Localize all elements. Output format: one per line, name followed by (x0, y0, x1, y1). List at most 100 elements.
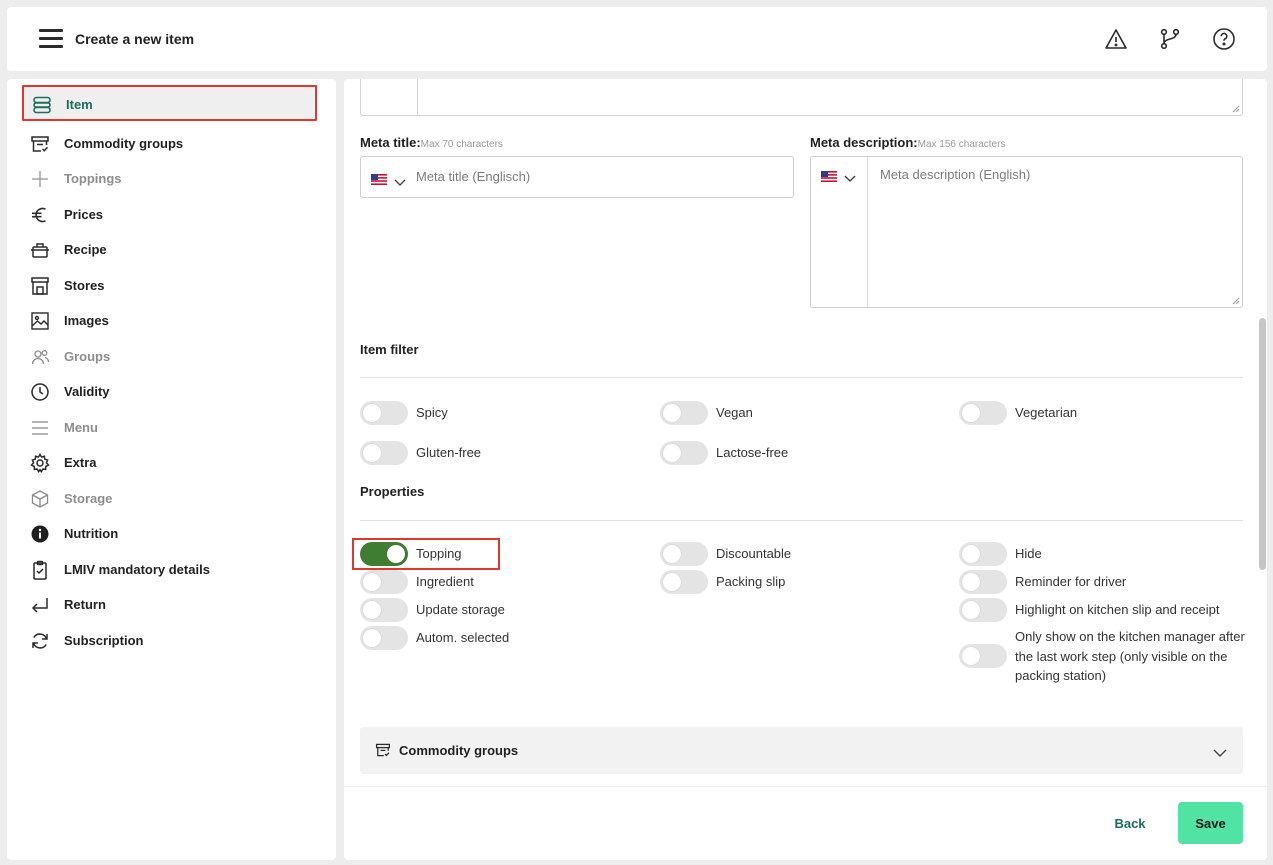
us-flag-icon[interactable] (821, 169, 837, 182)
scrollbar[interactable] (1259, 318, 1266, 570)
back-button[interactable]: Back (1103, 802, 1157, 844)
sidebar-item-lmiv-mandatory-details[interactable]: LMIV mandatory details (22, 552, 317, 588)
sidebar-item-label: LMIV mandatory details (64, 562, 210, 577)
description-textarea[interactable] (360, 79, 1243, 116)
sidebar-item-return[interactable]: Return (22, 587, 317, 623)
sidebar-item-label: Stores (64, 278, 105, 293)
toggle-label: Gluten-free (416, 445, 482, 460)
main-panel: Meta title:Max 70 characters Meta title … (344, 79, 1267, 860)
properties-title: Properties (360, 484, 425, 499)
sidebar-item-groups[interactable]: Groups (22, 339, 317, 375)
accordion-label: Commodity groups (399, 743, 519, 758)
chevron-down-icon[interactable] (844, 170, 856, 182)
clipboard-check-icon (30, 560, 50, 580)
sidebar-item-menu[interactable]: Menu (22, 410, 317, 446)
euro-icon (30, 205, 50, 225)
help-icon[interactable] (1212, 27, 1236, 51)
hide-toggle[interactable] (959, 542, 1007, 566)
sidebar-item-recipe[interactable]: Recipe (22, 232, 317, 268)
page-title: Create a new item (75, 31, 195, 47)
archive-icon (30, 134, 50, 154)
sidebar-item-subscription[interactable]: Subscription (22, 623, 317, 659)
toggle-label: Only show on the kitchen manager after t… (1015, 629, 1245, 683)
sidebar-item-item[interactable]: Item (22, 85, 317, 121)
toggle-label: Autom. selected (416, 630, 510, 645)
toggle-label: Highlight on kitchen slip and receipt (1015, 602, 1220, 617)
toggle-label: Packing slip (716, 574, 786, 589)
image-icon (30, 311, 50, 331)
ingredient-toggle[interactable] (360, 570, 408, 594)
sidebar-item-label: Commodity groups (64, 136, 184, 151)
sidebar-item-label: Return (64, 597, 106, 612)
meta-description-placeholder: Meta description (English) (880, 167, 1031, 182)
sidebar-item-images[interactable]: Images (22, 303, 317, 339)
gluten-free-toggle[interactable] (360, 441, 408, 465)
commodity-groups-accordion[interactable]: Commodity groups (360, 727, 1243, 774)
meta-title-input[interactable]: Meta title (Englisch) (360, 156, 794, 198)
sidebar-item-label: Item (66, 97, 93, 112)
return-icon (30, 595, 50, 615)
meta-title-placeholder: Meta title (Englisch) (416, 169, 531, 184)
gear-icon (30, 453, 50, 473)
toggle-label: Vegetarian (1015, 405, 1078, 420)
chevron-down-icon[interactable] (394, 174, 406, 186)
sidebar-item-commodity-groups[interactable]: Commodity groups (22, 126, 317, 162)
sidebar-item-storage[interactable]: Storage (22, 481, 317, 517)
layers-icon (32, 95, 52, 115)
spicy-toggle[interactable] (360, 401, 408, 425)
sidebar-item-extra[interactable]: Extra (22, 445, 317, 481)
toggle-label: Reminder for driver (1015, 574, 1127, 589)
pot-icon (30, 240, 50, 260)
toggle-label: Ingredient (416, 574, 474, 589)
item-filter-title: Item filter (360, 342, 419, 357)
discountable-toggle[interactable] (660, 542, 708, 566)
users-icon (30, 347, 50, 367)
plus-icon (30, 169, 50, 189)
only-show-kitchen-manager-toggle[interactable] (959, 644, 1007, 668)
sidebar-item-label: Prices (64, 207, 104, 222)
us-flag-icon[interactable] (371, 172, 387, 185)
sidebar-item-stores[interactable]: Stores (22, 268, 317, 304)
sidebar-item-label: Groups (64, 349, 111, 364)
toggle-label: Lactose-free (716, 445, 789, 460)
toggle-label: Topping (416, 546, 462, 561)
sidebar-item-prices[interactable]: Prices (22, 197, 317, 233)
top-bar: Create a new item (7, 7, 1267, 71)
autom-selected-toggle[interactable] (360, 626, 408, 650)
sidebar-item-label: Recipe (64, 242, 107, 257)
lactose-free-toggle[interactable] (660, 441, 708, 465)
toggle-label: Vegan (716, 405, 753, 420)
toggle-label: Update storage (416, 602, 505, 617)
sidebar: Item Commodity groups Toppings Prices Re… (7, 79, 336, 860)
vegetarian-toggle[interactable] (959, 401, 1007, 425)
meta-description-label: Meta description:Max 156 characters (810, 135, 1006, 150)
toggle-label: Hide (1015, 546, 1042, 561)
branch-icon[interactable] (1158, 27, 1182, 51)
archive-icon (375, 742, 391, 758)
reminder-for-driver-toggle[interactable] (959, 570, 1007, 594)
menu-icon[interactable] (39, 29, 63, 48)
save-button[interactable]: Save (1178, 802, 1243, 844)
sidebar-item-validity[interactable]: Validity (22, 374, 317, 410)
sidebar-item-label: Menu (64, 420, 98, 435)
highlight-kitchen-slip-toggle[interactable] (959, 598, 1007, 622)
sidebar-item-label: Validity (64, 384, 110, 399)
chevron-down-icon[interactable] (1213, 745, 1227, 757)
meta-description-input[interactable]: Meta description (English) (810, 156, 1243, 308)
packing-slip-toggle[interactable] (660, 570, 708, 594)
topping-toggle[interactable] (360, 542, 408, 566)
meta-title-label: Meta title:Max 70 characters (360, 135, 503, 150)
vegan-toggle[interactable] (660, 401, 708, 425)
warning-icon[interactable] (1104, 27, 1128, 51)
sidebar-item-label: Nutrition (64, 526, 119, 541)
clock-icon (30, 382, 50, 402)
sidebar-item-toppings[interactable]: Toppings (22, 161, 317, 197)
toggle-label: Discountable (716, 546, 792, 561)
sidebar-item-nutrition[interactable]: Nutrition (22, 516, 317, 552)
box-icon (30, 489, 50, 509)
sidebar-item-label: Toppings (64, 171, 122, 186)
menu-lines-icon (30, 418, 50, 438)
sidebar-item-label: Images (64, 313, 109, 328)
update-storage-toggle[interactable] (360, 598, 408, 622)
sidebar-item-label: Storage (64, 491, 113, 506)
